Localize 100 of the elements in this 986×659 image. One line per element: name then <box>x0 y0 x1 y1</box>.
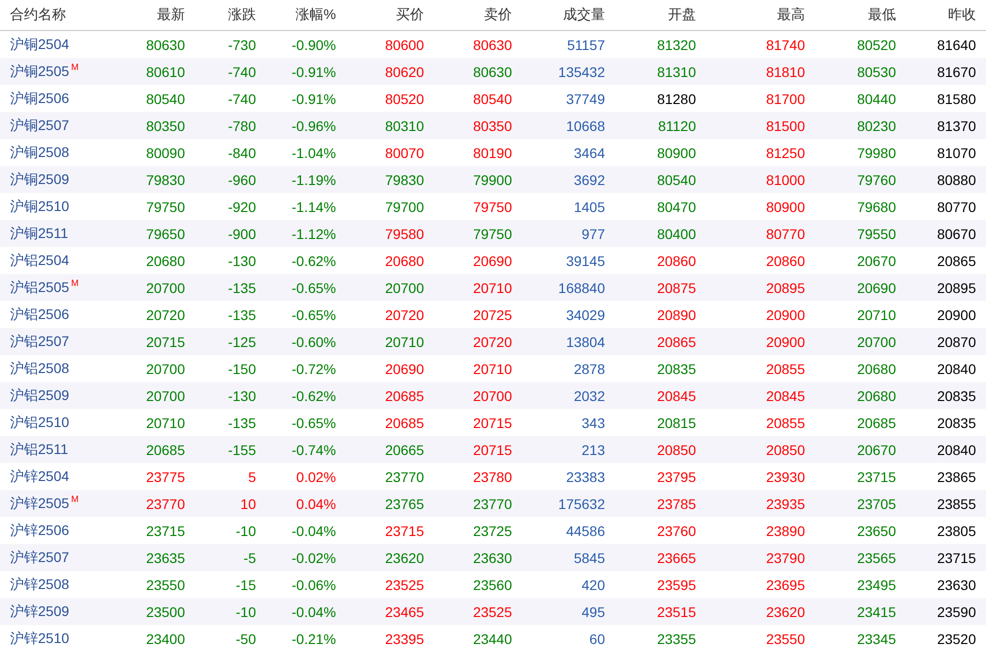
table-cell: 80620 <box>385 64 424 80</box>
table-cell: -135 <box>228 306 256 322</box>
table-cell: 80900 <box>766 198 805 214</box>
column-header[interactable]: 涨跌 <box>185 6 256 24</box>
table-cell: 20690 <box>473 252 512 268</box>
column-header[interactable]: 涨幅% <box>256 6 336 24</box>
column-header[interactable]: 最新 <box>135 6 185 24</box>
contract-name[interactable]: 沪铜2510 <box>10 198 70 214</box>
table-cell: 80630 <box>473 36 512 52</box>
table-cell: 495 <box>582 604 605 620</box>
table-cell: 420 <box>582 576 605 592</box>
contract-name[interactable]: 沪锌2504 <box>10 468 70 484</box>
table-cell: 23930 <box>766 468 805 484</box>
contract-name[interactable]: 沪铜2508 <box>10 144 70 160</box>
table-cell: 5 <box>248 468 256 484</box>
contract-name[interactable]: 沪铝2505 <box>10 279 70 295</box>
table-cell: -135 <box>228 414 256 430</box>
contract-name[interactable]: 沪铝2507 <box>10 332 70 348</box>
table-cell: 80090 <box>146 144 185 160</box>
table-cell: 20670 <box>857 442 896 458</box>
contract-name[interactable]: 沪铜2504 <box>10 36 70 52</box>
table-cell: 20720 <box>146 306 185 322</box>
contract-name[interactable]: 沪铝2506 <box>10 306 70 322</box>
table-cell: 20725 <box>473 306 512 322</box>
table-cell: -840 <box>228 144 256 160</box>
table-cell: 20845 <box>766 388 805 404</box>
table-cell: 168840 <box>558 280 605 296</box>
table-cell: 13804 <box>566 334 605 350</box>
table-cell: -125 <box>228 334 256 350</box>
table-cell: 81310 <box>657 64 696 80</box>
table-cell: 20815 <box>657 414 696 430</box>
table-cell: 20715 <box>146 334 185 350</box>
table-cell: 23620 <box>385 550 424 566</box>
table-cell: 80900 <box>657 144 696 160</box>
table-cell: 20715 <box>473 442 512 458</box>
table-cell: 23495 <box>857 576 896 592</box>
contract-name[interactable]: 沪铝2508 <box>10 360 70 376</box>
contract-name[interactable]: 沪铝2511 <box>10 440 68 456</box>
table-cell: 175632 <box>558 496 605 512</box>
table-cell: 23500 <box>146 604 185 620</box>
column-header[interactable]: 开盘 <box>605 6 696 24</box>
table-cell: 37749 <box>566 90 605 106</box>
table-cell: -5 <box>244 550 256 566</box>
table-cell: 80530 <box>857 64 896 80</box>
table-cell: 79760 <box>857 172 896 188</box>
table-cell: 20835 <box>937 388 976 404</box>
table-cell: 20690 <box>385 360 424 376</box>
column-header[interactable]: 最低 <box>805 6 896 24</box>
table-cell: -10 <box>236 604 256 620</box>
contract-name[interactable]: 沪锌2505 <box>10 495 70 511</box>
column-header[interactable]: 成交量 <box>512 6 605 24</box>
table-cell: -50 <box>236 630 256 646</box>
column-header[interactable]: 最高 <box>696 6 805 24</box>
table-cell: 23665 <box>657 550 696 566</box>
contract-name[interactable]: 沪铝2504 <box>10 252 70 268</box>
column-header[interactable]: 卖价 <box>424 6 512 24</box>
table-cell: 23760 <box>657 522 696 538</box>
table-cell: 23525 <box>473 604 512 620</box>
table-cell: 20870 <box>937 334 976 350</box>
contract-name[interactable]: 沪铝2510 <box>10 414 70 430</box>
table-cell: -740 <box>228 90 256 106</box>
table-cell: 23855 <box>937 496 976 512</box>
table-cell: 23620 <box>766 604 805 620</box>
contract-name[interactable]: 沪铜2506 <box>10 90 70 106</box>
column-header[interactable]: 昨收 <box>896 6 976 24</box>
table-cell: 20685 <box>146 442 185 458</box>
table-cell: 20700 <box>146 360 185 376</box>
contract-name[interactable]: 沪锌2508 <box>10 576 70 592</box>
table-cell: -0.90% <box>292 36 336 52</box>
table-cell: -150 <box>228 360 256 376</box>
table-cell: 1405 <box>574 198 605 214</box>
contract-name[interactable]: 沪锌2509 <box>10 602 70 618</box>
table-cell: 80670 <box>937 226 976 242</box>
contract-name[interactable]: 沪铜2509 <box>10 170 70 186</box>
table-cell: 79650 <box>146 226 185 242</box>
contract-name[interactable]: 沪锌2510 <box>10 630 70 646</box>
contract-name[interactable]: 沪铜2507 <box>10 116 70 132</box>
table-cell: 20900 <box>766 306 805 322</box>
column-header[interactable]: 买价 <box>336 6 424 24</box>
table-cell: 81370 <box>937 118 976 134</box>
contract-name[interactable]: 沪锌2506 <box>10 522 70 538</box>
table-cell: 20680 <box>146 252 185 268</box>
table-cell: -920 <box>228 198 256 214</box>
column-header[interactable]: 合约名称 <box>0 6 135 24</box>
table-cell: 20680 <box>857 388 896 404</box>
contract-name[interactable]: 沪铝2509 <box>10 386 70 402</box>
table-cell: 81250 <box>766 144 805 160</box>
contract-name[interactable]: 沪锌2507 <box>10 548 70 564</box>
main-contract-label: M <box>71 62 79 72</box>
table-cell: 23790 <box>766 550 805 566</box>
contract-name[interactable]: 沪铜2505 <box>10 63 70 79</box>
contract-name[interactable]: 沪铜2511 <box>10 224 68 240</box>
table-cell: 23560 <box>473 576 512 592</box>
table-cell: 20840 <box>937 360 976 376</box>
table-cell: 80310 <box>385 118 424 134</box>
table-cell: 20890 <box>657 306 696 322</box>
table-cell: 20855 <box>766 414 805 430</box>
table-cell: -155 <box>228 442 256 458</box>
table-cell: 23935 <box>766 496 805 512</box>
table-cell: 213 <box>582 442 605 458</box>
